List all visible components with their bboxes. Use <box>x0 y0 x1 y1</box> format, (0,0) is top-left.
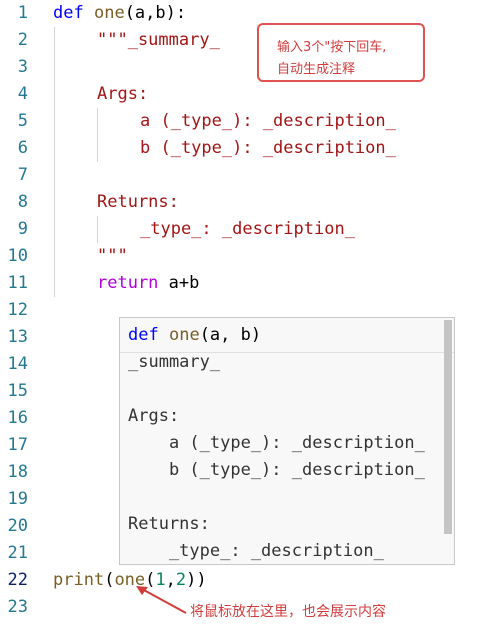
line-number: 7 <box>17 165 28 185</box>
docstring-return-type[interactable]: _type_: _description_ <box>140 216 355 243</box>
code-editor[interactable]: 1 2 3 4 5 6 7 8 9 10 11 12 13 14 15 16 1… <box>0 0 494 626</box>
docstring-arg-a[interactable]: a (_type_): _description_ <box>140 108 396 135</box>
indent-guide <box>97 108 98 162</box>
return-expr: a+b <box>158 273 200 293</box>
hover-doc-line: Args: <box>128 406 180 426</box>
function-name: one <box>93 3 125 23</box>
arrow-annotation-text: 将鼠标放在这里，也会展示内容 <box>190 604 386 620</box>
line-number: 13 <box>7 327 28 347</box>
line-number: 1 <box>17 3 28 23</box>
docstring-args[interactable]: Args: <box>97 81 148 108</box>
function-name: one <box>168 325 200 345</box>
docstring-close[interactable]: """ <box>97 243 128 270</box>
line-number: 11 <box>7 273 28 293</box>
signature-params: (a, b) <box>199 325 262 345</box>
line-number: 17 <box>7 435 28 455</box>
line-number: 10 <box>7 246 28 266</box>
callout-line-2: 自动生成注释 <box>277 62 356 77</box>
hover-scrollbar[interactable] <box>444 320 452 534</box>
line-number: 12 <box>7 300 28 320</box>
line-number: 4 <box>17 84 28 104</box>
line-number: 18 <box>7 462 28 482</box>
line-number: 20 <box>7 516 28 536</box>
callout-line-1: 输入3个"按下回车, <box>277 40 387 55</box>
indent-guide <box>97 216 98 243</box>
keyword-return: return <box>97 273 159 293</box>
docstring-open[interactable]: """_summary_ <box>97 27 220 54</box>
return-line[interactable]: return a+b <box>97 270 199 297</box>
hover-doc-line: Returns: <box>128 514 210 534</box>
line-number: 22 <box>7 570 28 590</box>
hover-tooltip[interactable]: def one(a, b) _summary_ Args: a (_type_)… <box>119 317 455 565</box>
annotation-callout: 输入3个"按下回车, 自动生成注释 <box>257 23 425 82</box>
line-number: 8 <box>17 192 28 212</box>
line-number: 6 <box>17 138 28 158</box>
code-line-1[interactable]: def one(a,b): <box>53 0 186 27</box>
line-number: 3 <box>17 57 28 77</box>
hover-doc-line: _summary_ <box>128 352 221 372</box>
keyword-def: def <box>128 325 159 345</box>
hover-doc-line: b (_type_): _description_ <box>128 460 425 480</box>
line-number: 14 <box>7 354 28 374</box>
hover-doc-line: _type_: _description_ <box>128 541 384 561</box>
line-number: 19 <box>7 489 28 509</box>
docstring-returns[interactable]: Returns: <box>97 189 179 216</box>
line-number: 23 <box>7 597 28 617</box>
docstring-arg-b[interactable]: b (_type_): _description_ <box>140 135 396 162</box>
line-number: 16 <box>7 408 28 428</box>
params: (a,b): <box>124 3 187 23</box>
line-number: 21 <box>7 543 28 563</box>
arrow-icon <box>136 586 187 614</box>
print-function: print <box>53 570 105 590</box>
indent-guide <box>54 27 55 297</box>
line-number: 15 <box>7 381 28 401</box>
line-number: 9 <box>17 219 28 239</box>
line-number: 2 <box>17 30 28 50</box>
hover-doc-line: a (_type_): _description_ <box>128 433 425 453</box>
keyword-def: def <box>53 3 84 23</box>
hover-signature: def one(a, b) <box>128 322 261 349</box>
paren: ( <box>104 570 115 590</box>
line-number: 5 <box>17 111 28 131</box>
